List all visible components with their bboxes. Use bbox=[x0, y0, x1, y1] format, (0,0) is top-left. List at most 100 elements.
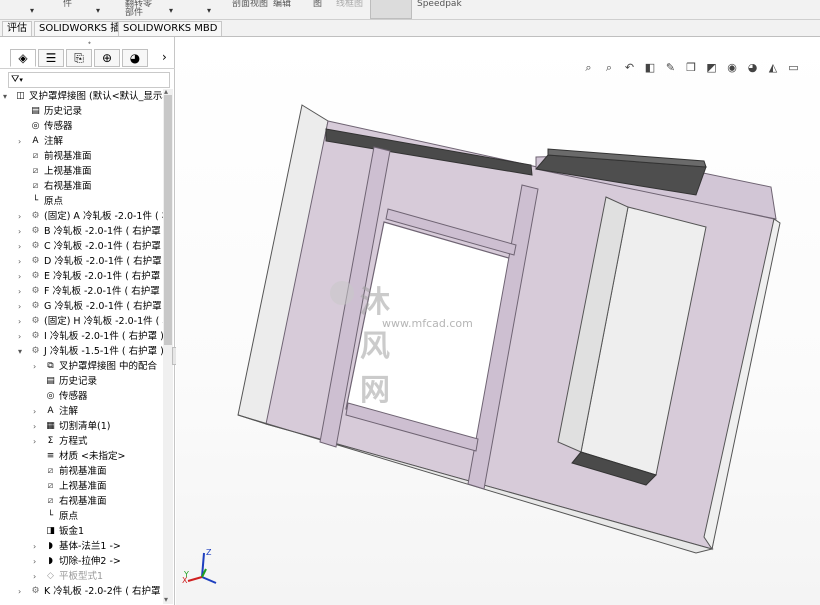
chevron-down-icon[interactable]: ▾ bbox=[3, 89, 7, 104]
plane-icon: ⧄ bbox=[47, 480, 54, 491]
ribbon-label-speedpak[interactable]: Speedpak bbox=[417, 0, 462, 9]
tab-solidworks-mbd[interactable]: SOLIDWORKS MBD bbox=[118, 21, 223, 36]
chevron-down-icon[interactable]: ▾ bbox=[30, 6, 34, 15]
chevron-down-icon[interactable]: ▾ bbox=[169, 6, 173, 15]
tree-item[interactable]: › ⚙ E 冷轧板 -2.0-1件 ( 右护罩 ) <2 bbox=[18, 269, 163, 284]
chevron-right-icon[interactable]: › bbox=[18, 329, 21, 344]
configuration-manager-tab[interactable]: ⎘ bbox=[66, 49, 92, 67]
ribbon-label-part[interactable]: 件 bbox=[63, 0, 72, 9]
tree-item[interactable]: ▾ ⚙ J 冷轧板 -1.5-1件 ( 右护罩 ) <1 bbox=[18, 344, 163, 359]
triad-z-label: Z bbox=[206, 548, 212, 557]
tree-item[interactable]: › ◗ 基体-法兰1 -> bbox=[33, 539, 121, 554]
tree-item-label: F 冷轧板 -2.0-1件 ( 右护罩 ) <2 bbox=[44, 286, 163, 297]
tree-item[interactable]: › ▦ 切割清单(1) bbox=[33, 419, 110, 434]
tab-evaluate[interactable]: 评估 bbox=[2, 21, 32, 36]
property-manager-tab[interactable]: ☰ bbox=[38, 49, 64, 67]
part-icon: ⚙ bbox=[31, 330, 40, 341]
tree-item-label: 材质 <未指定> bbox=[59, 451, 126, 462]
chevron-right-icon[interactable]: › bbox=[18, 299, 21, 314]
tree-item[interactable]: ◎ 传感器 bbox=[29, 119, 73, 134]
chevron-right-icon[interactable]: › bbox=[18, 224, 21, 239]
chevron-down-icon[interactable]: ▾ bbox=[18, 344, 22, 359]
chevron-right-icon[interactable]: › bbox=[18, 134, 21, 149]
display-manager-tab[interactable]: ◕ bbox=[122, 49, 148, 67]
tree-item[interactable]: ⧄ 前视基准面 bbox=[29, 149, 92, 164]
tree-item[interactable]: › ⚙ B 冷轧板 -2.0-1件 ( 右护罩 ) <1 bbox=[18, 224, 163, 239]
feature-manager-tab[interactable]: ◈ bbox=[10, 49, 36, 67]
part-icon: ⚙ bbox=[31, 300, 40, 311]
tree-item[interactable]: ▤ 历史记录 bbox=[29, 104, 82, 119]
feature-icon: ◗ bbox=[48, 555, 53, 566]
chevron-right-icon[interactable]: › bbox=[18, 209, 21, 224]
tree-item-label: 平板型式1 bbox=[59, 571, 104, 582]
chevron-right-icon[interactable]: › bbox=[18, 239, 21, 254]
tree-item[interactable]: ◎ 传感器 bbox=[44, 389, 88, 404]
chevron-right-icon[interactable]: › bbox=[162, 50, 167, 64]
part-icon: ⚙ bbox=[31, 285, 40, 296]
chevron-right-icon[interactable]: › bbox=[18, 269, 21, 284]
tree-item-label: 注解 bbox=[44, 136, 64, 147]
tree-item[interactable]: › ⚙ K 冷轧板 -2.0-2件 ( 右护罩 ) <1 bbox=[18, 584, 163, 599]
chevron-right-icon[interactable]: › bbox=[33, 404, 36, 419]
tree-item-label: 历史记录 bbox=[59, 376, 98, 387]
tree-item[interactable]: › ⧉ 叉护罩焊接图 中的配合 bbox=[33, 359, 157, 374]
chevron-right-icon[interactable]: › bbox=[33, 569, 36, 584]
tree-item[interactable]: › ⚙ (固定) H 冷轧板 -2.0-1件 ( 右护 ) bbox=[18, 314, 163, 329]
tree-item[interactable]: └ 原点 bbox=[44, 509, 78, 524]
chevron-right-icon[interactable]: › bbox=[33, 539, 36, 554]
chevron-right-icon[interactable]: › bbox=[33, 554, 36, 569]
chevron-right-icon[interactable]: › bbox=[33, 419, 36, 434]
tree-item[interactable]: › ◇ 平板型式1 bbox=[33, 569, 104, 584]
chevron-right-icon[interactable]: › bbox=[18, 254, 21, 269]
scroll-down-arrow-icon[interactable]: ▾ bbox=[164, 595, 168, 604]
ribbon-label-section-view[interactable]: 剖面视图 bbox=[232, 0, 268, 9]
tree-scroll-thumb[interactable] bbox=[164, 95, 172, 345]
tree-item[interactable]: › ⚙ F 冷轧板 -2.0-1件 ( 右护罩 ) <2 bbox=[18, 284, 163, 299]
tree-item[interactable]: ⧄ 上视基准面 bbox=[44, 479, 107, 494]
model-render[interactable] bbox=[176, 37, 820, 605]
chevron-right-icon[interactable]: › bbox=[18, 284, 21, 299]
tree-item[interactable]: ≡ 材质 <未指定> bbox=[44, 449, 126, 464]
ribbon-label-edit[interactable]: 编辑 bbox=[273, 0, 291, 9]
tree-item[interactable]: › ⚙ D 冷轧板 -2.0-1件 ( 右护罩 ) <1 bbox=[18, 254, 163, 269]
chevron-right-icon[interactable]: › bbox=[18, 314, 21, 329]
ribbon-label-wireframe[interactable]: 线框图 bbox=[336, 0, 363, 9]
tree-item[interactable]: ▾ ◫ 叉护罩焊接图 (默认<默认_显示状态 bbox=[3, 89, 163, 104]
graphics-viewport[interactable]: ⌕ ⌕ ↶ ◧ ✎ ❒ ◩ ◉ ◕ ◭ ▭ 沐风网 www.mfcad.com … bbox=[176, 37, 820, 605]
chevron-down-icon[interactable]: ▾ bbox=[207, 6, 211, 15]
tree-item[interactable]: › ◗ 切除-拉伸2 -> bbox=[33, 554, 121, 569]
tree-item[interactable]: ▤ 历史记录 bbox=[44, 374, 97, 389]
tree-filter-input[interactable]: ⛛▾ bbox=[8, 72, 170, 88]
tree-item[interactable]: ◨ 钣金1 bbox=[44, 524, 84, 539]
tree-item-label: 传感器 bbox=[59, 391, 88, 402]
tree-item[interactable]: › Σ 方程式 bbox=[33, 434, 88, 449]
tree-item[interactable]: › A 注解 bbox=[33, 404, 78, 419]
tree-item[interactable]: › ⚙ C 冷轧板 -2.0-1件 ( 右护罩 ) <2 bbox=[18, 239, 163, 254]
tree-item[interactable]: › ⚙ (固定) A 冷轧板 -2.0-1件 ( 右护 ) bbox=[18, 209, 163, 224]
chevron-down-icon[interactable]: ▾ bbox=[96, 6, 100, 15]
ribbon-label-flip-component[interactable]: 翻转零部件 bbox=[125, 0, 157, 18]
feature-icon: ◗ bbox=[48, 540, 53, 551]
dimxpert-manager-tab[interactable]: ⊕ bbox=[94, 49, 120, 67]
sheetmetal-icon: ◨ bbox=[46, 525, 55, 536]
tree-item[interactable]: ⧄ 上视基准面 bbox=[29, 164, 92, 179]
tree-item[interactable]: ⧄ 前视基准面 bbox=[44, 464, 107, 479]
tree-item[interactable]: › A 注解 bbox=[18, 134, 64, 149]
plane-icon: ⧄ bbox=[47, 495, 54, 506]
tree-item-label: J 冷轧板 -1.5-1件 ( 右护罩 ) <1 bbox=[44, 346, 163, 357]
tree-item-label: G 冷轧板 -2.0-1件 ( 右护罩 ) <2 bbox=[44, 301, 163, 312]
tree-item[interactable]: ⧄ 右视基准面 bbox=[29, 179, 92, 194]
cutlist-icon: ▦ bbox=[46, 420, 55, 431]
ribbon-speedpak-button[interactable] bbox=[370, 0, 412, 19]
tree-item[interactable]: └ 原点 bbox=[29, 194, 63, 209]
tree-item-label: 前视基准面 bbox=[59, 466, 107, 477]
chevron-right-icon[interactable]: › bbox=[33, 434, 36, 449]
tree-item[interactable]: › ⚙ G 冷轧板 -2.0-1件 ( 右护罩 ) <2 bbox=[18, 299, 163, 314]
tree-item[interactable]: › ⚙ I 冷轧板 -2.0-1件 ( 右护罩 ) <1: bbox=[18, 329, 163, 344]
tree-item-label: 前视基准面 bbox=[44, 151, 92, 162]
chevron-right-icon[interactable]: › bbox=[18, 584, 21, 599]
chevron-right-icon[interactable]: › bbox=[33, 359, 36, 374]
ribbon-label-view[interactable]: 图 bbox=[313, 0, 322, 9]
tree-item-label: 原点 bbox=[44, 196, 64, 207]
tree-item[interactable]: ⧄ 右视基准面 bbox=[44, 494, 107, 509]
